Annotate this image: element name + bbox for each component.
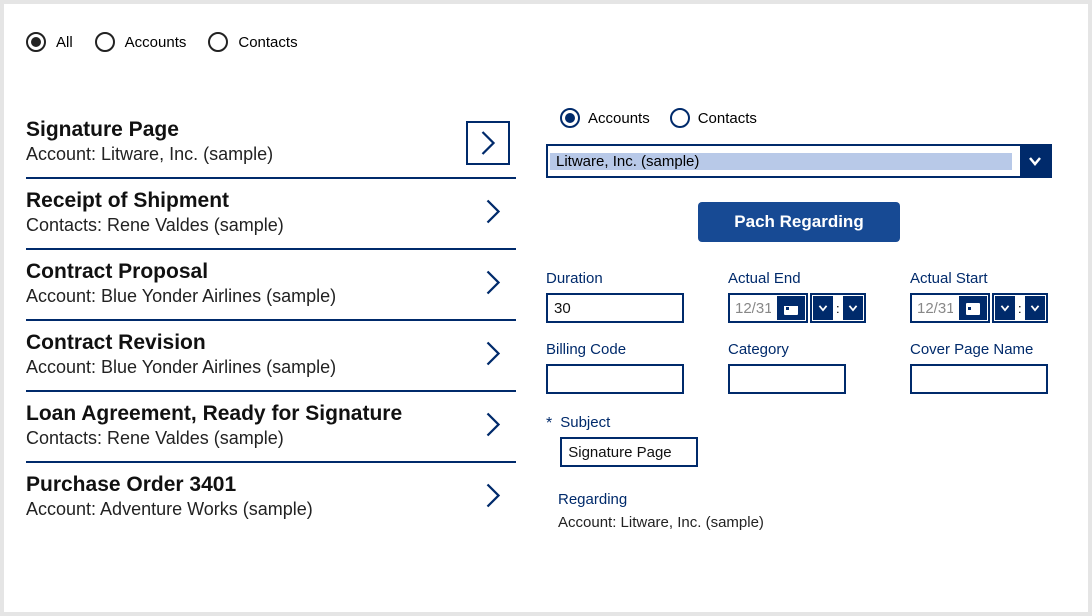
panel-contacts-label: Contacts [698,110,757,127]
list-item[interactable]: Signature Page Account: Litware, Inc. (s… [26,108,516,179]
chevron-right-icon[interactable] [466,121,510,165]
list-item[interactable]: Loan Agreement, Ready for Signature Cont… [26,392,516,463]
list-item-title: Loan Agreement, Ready for Signature [26,402,516,426]
chevron-right-icon[interactable] [482,337,504,374]
time-min-select[interactable] [1025,296,1045,320]
chevron-right-icon[interactable] [482,479,504,516]
filter-contacts-radio[interactable]: Contacts [208,32,297,52]
calendar-icon[interactable] [777,296,805,320]
list-item[interactable]: Purchase Order 3401 Account: Adventure W… [26,463,516,532]
list-item-subtitle: Account: Blue Yonder Airlines (sample) [26,357,516,378]
field-label: Billing Code [546,341,688,358]
regarding-block: Regarding Account: Litware, Inc. (sample… [546,491,1052,531]
list-item-subtitle: Account: Blue Yonder Airlines (sample) [26,286,516,307]
panel-accounts-label: Accounts [588,110,650,127]
list-item-title: Signature Page [26,118,516,142]
records-list: Signature Page Account: Litware, Inc. (s… [26,108,516,532]
filter-contacts-label: Contacts [238,34,297,51]
field-label: Actual End [728,270,870,287]
duration-field: Duration [546,270,688,323]
panel-accounts-radio[interactable]: Accounts [560,108,650,128]
list-item-title: Contract Proposal [26,260,516,284]
dropdown-value: Litware, Inc. (sample) [550,153,1012,170]
radio-selected-icon [26,32,46,52]
cover-page-name-input[interactable] [910,364,1048,394]
actual-start-date-input[interactable] [913,296,957,320]
field-label: Duration [546,270,688,287]
list-item-subtitle: Contacts: Rene Valdes (sample) [26,215,516,236]
panel-filter-row: Accounts Contacts [546,108,1052,128]
field-label: Cover Page Name [910,341,1052,358]
radio-selected-icon [560,108,580,128]
calendar-icon[interactable] [959,296,987,320]
actual-end-field: Actual End : [728,270,870,323]
field-label: Subject [560,414,698,431]
field-label: Category [728,341,870,358]
list-item[interactable]: Contract Revision Account: Blue Yonder A… [26,321,516,392]
account-dropdown[interactable]: Litware, Inc. (sample) [546,144,1052,178]
list-item[interactable]: Receipt of Shipment Contacts: Rene Valde… [26,179,516,250]
regarding-label: Regarding [558,491,1052,508]
filter-row: All Accounts Contacts [26,32,1080,52]
chevron-right-icon[interactable] [482,195,504,232]
chevron-right-icon[interactable] [482,408,504,445]
time-colon: : [835,296,841,320]
filter-all-label: All [56,34,73,51]
time-hour-select[interactable] [813,296,833,320]
actual-end-date-input[interactable] [731,296,775,320]
radio-unselected-icon [670,108,690,128]
list-item-subtitle: Contacts: Rene Valdes (sample) [26,428,516,449]
list-item[interactable]: Contract Proposal Account: Blue Yonder A… [26,250,516,321]
list-item-subtitle: Account: Litware, Inc. (sample) [26,144,516,165]
category-input[interactable] [728,364,846,394]
fields-grid: Duration Actual End [546,270,1052,394]
regarding-value: Account: Litware, Inc. (sample) [558,514,1052,531]
field-label: Actual Start [910,270,1052,287]
cover-page-name-field: Cover Page Name [910,341,1052,394]
detail-panel: Accounts Contacts Litware, Inc. (sample)… [546,108,1080,532]
list-item-title: Purchase Order 3401 [26,473,516,497]
required-asterisk: * [546,414,552,432]
time-min-select[interactable] [843,296,863,320]
pach-regarding-button[interactable]: Pach Regarding [698,202,899,242]
filter-all-radio[interactable]: All [26,32,73,52]
chevron-right-icon[interactable] [482,266,504,303]
chevron-down-icon[interactable] [1020,146,1050,176]
list-item-title: Contract Revision [26,331,516,355]
category-field: Category [728,341,870,394]
radio-unselected-icon [95,32,115,52]
time-hour-select[interactable] [995,296,1015,320]
list-item-title: Receipt of Shipment [26,189,516,213]
radio-unselected-icon [208,32,228,52]
duration-input[interactable] [546,293,684,323]
subject-input[interactable] [560,437,698,467]
actual-start-field: Actual Start : [910,270,1052,323]
billing-code-field: Billing Code [546,341,688,394]
filter-accounts-label: Accounts [125,34,187,51]
time-colon: : [1017,296,1023,320]
list-item-subtitle: Account: Adventure Works (sample) [26,499,516,520]
billing-code-input[interactable] [546,364,684,394]
filter-accounts-radio[interactable]: Accounts [95,32,187,52]
app-window: All Accounts Contacts Signature Page Acc… [4,4,1088,612]
subject-row: * Subject [546,414,1052,467]
panel-contacts-radio[interactable]: Contacts [670,108,757,128]
